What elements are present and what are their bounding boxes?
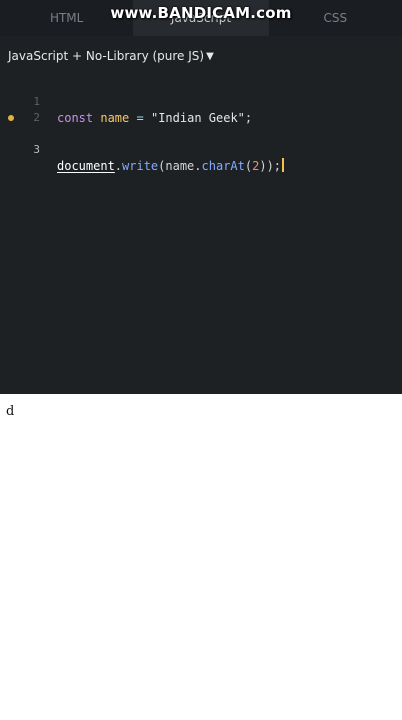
- app-window: HTML JavaScript CSS www.BANDICAM.com Jav…: [0, 0, 402, 720]
- code-area[interactable]: 1 const name = "Indian Geek"; 2 3 docume…: [0, 78, 402, 173]
- language-label: JavaScript + No-Library (pure JS): [8, 49, 205, 63]
- function-token: charAt: [201, 159, 245, 173]
- current-line-marker-icon: [8, 115, 14, 121]
- code-line-2: 2: [0, 94, 402, 124]
- line-number: 3: [33, 143, 40, 156]
- text-cursor: [282, 158, 285, 172]
- tab-bar: HTML JavaScript CSS: [0, 0, 402, 36]
- tab-javascript[interactable]: JavaScript: [134, 0, 269, 36]
- code-editor[interactable]: JavaScript + No-Library (pure JS) ▼ 1 co…: [0, 36, 402, 394]
- line-code: document.write(name.charAt(2));: [57, 158, 285, 174]
- punctuation-token: .: [114, 159, 123, 173]
- result-panel: d: [0, 394, 402, 720]
- tab-html[interactable]: HTML: [0, 0, 135, 36]
- tab-css[interactable]: CSS: [269, 0, 402, 36]
- function-token: write: [122, 159, 159, 173]
- object-token: document: [57, 159, 115, 173]
- language-selector[interactable]: JavaScript + No-Library (pure JS) ▼: [0, 36, 402, 76]
- code-line-3: 3 document.write(name.charAt(2));: [0, 110, 402, 173]
- code-line-1: 1 const name = "Indian Geek";: [0, 78, 402, 125]
- dropdown-arrow-icon: ▼: [206, 50, 214, 62]
- punctuation-token: ));: [259, 159, 282, 173]
- punctuation-token: (name.: [158, 159, 202, 173]
- output-text: d: [6, 404, 15, 419]
